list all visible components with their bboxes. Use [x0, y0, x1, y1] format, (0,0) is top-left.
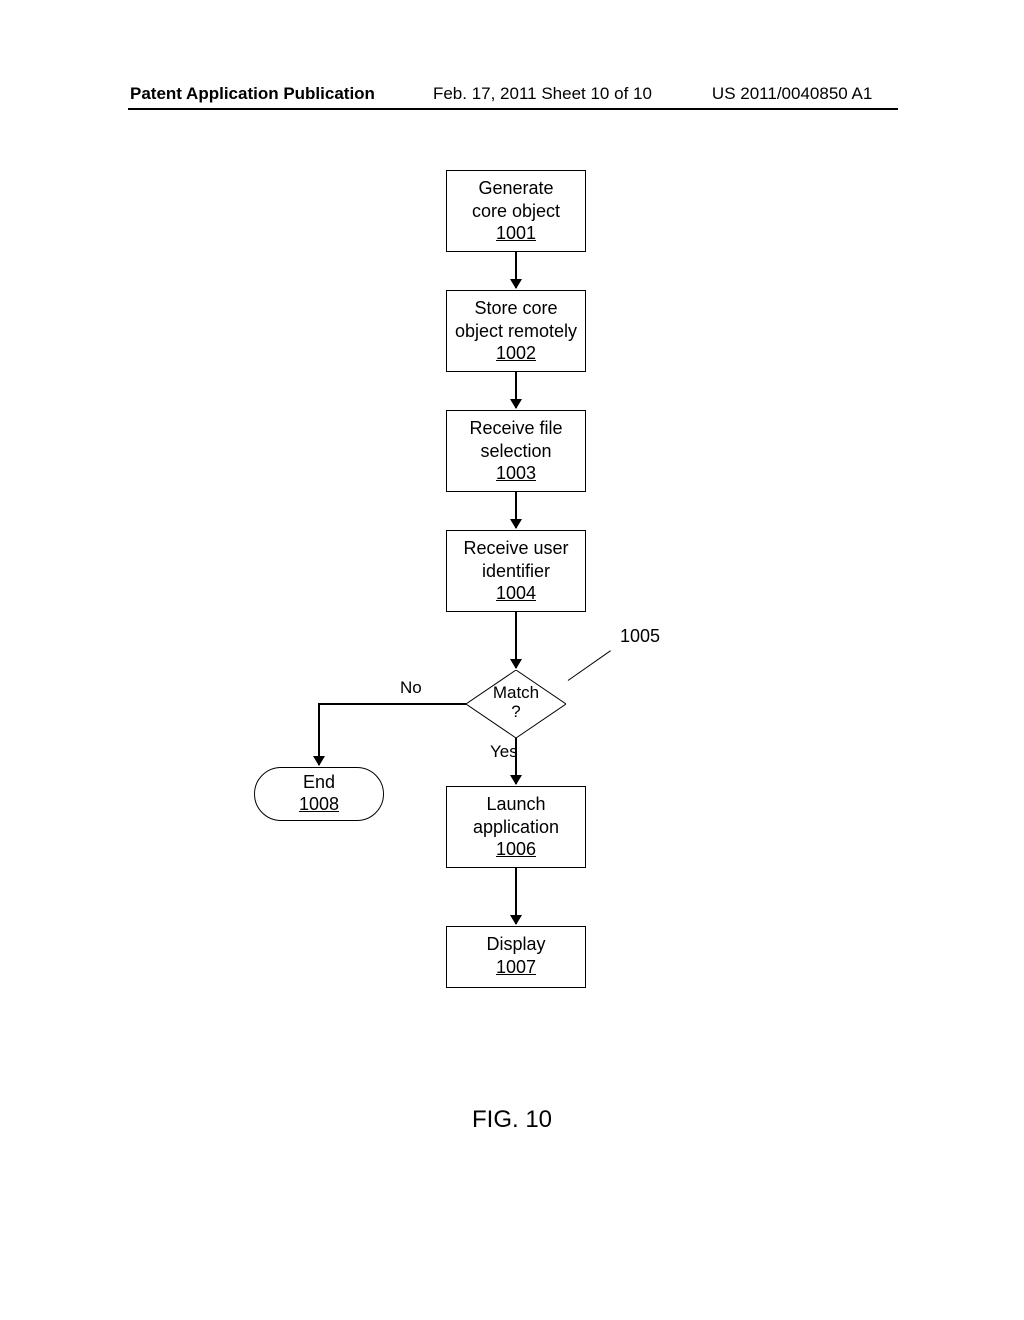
node-1006-num: 1006 — [496, 839, 536, 859]
node-1004-line2: identifier — [482, 561, 550, 581]
node-1004-line1: Receive user — [463, 538, 568, 558]
node-1004-num: 1004 — [496, 583, 536, 603]
terminator-line1: End — [303, 772, 335, 792]
node-receive-file-selection: Receive file selection 1003 — [446, 410, 586, 492]
arrow-1005-1006 — [515, 738, 517, 784]
arrow-1002-1003 — [515, 372, 517, 408]
label-no: No — [400, 678, 422, 698]
decision-match: Match ? — [466, 670, 566, 738]
node-1006-line2: application — [473, 817, 559, 837]
node-1001-line2: core object — [472, 201, 560, 221]
ref-1005: 1005 — [620, 626, 660, 647]
node-store-core-object: Store core object remotely 1002 — [446, 290, 586, 372]
node-1007-line1: Display — [486, 934, 545, 954]
node-launch-application: Launch application 1006 — [446, 786, 586, 868]
arrow-1006-1007 — [515, 868, 517, 924]
label-yes: Yes — [490, 742, 518, 762]
node-1002-num: 1002 — [496, 343, 536, 363]
arrow-1004-1005 — [515, 612, 517, 668]
decision-line1: Match — [493, 683, 539, 702]
header-left: Patent Application Publication — [0, 84, 375, 104]
terminator-num: 1008 — [299, 794, 339, 814]
header-right: US 2011/0040850 A1 — [652, 84, 872, 104]
node-1003-line2: selection — [480, 441, 551, 461]
node-1007-num: 1007 — [496, 957, 536, 977]
page-header: Patent Application Publication Feb. 17, … — [0, 84, 1024, 104]
arrow-no-horizontal — [318, 703, 466, 705]
terminator-end: End 1008 — [254, 767, 384, 821]
header-mid: Feb. 17, 2011 Sheet 10 of 10 — [375, 84, 652, 104]
node-generate-core-object: Generate core object 1001 — [446, 170, 586, 252]
arrow-1003-1004 — [515, 492, 517, 528]
callout-line-1005 — [568, 650, 611, 681]
figure-caption: FIG. 10 — [0, 1106, 1024, 1134]
node-display: Display 1007 — [446, 926, 586, 988]
node-1003-num: 1003 — [496, 463, 536, 483]
node-1002-line1: Store core — [474, 298, 557, 318]
node-1003-line1: Receive file — [469, 418, 562, 438]
node-1001-line1: Generate — [478, 178, 553, 198]
node-receive-user-identifier: Receive user identifier 1004 — [446, 530, 586, 612]
node-1002-line2: object remotely — [455, 321, 577, 341]
arrow-1001-1002 — [515, 252, 517, 288]
arrow-no-vertical — [318, 703, 320, 765]
header-rule — [128, 108, 898, 110]
node-1001-num: 1001 — [496, 223, 536, 243]
decision-line2: ? — [511, 702, 520, 721]
node-1006-line1: Launch — [486, 794, 545, 814]
